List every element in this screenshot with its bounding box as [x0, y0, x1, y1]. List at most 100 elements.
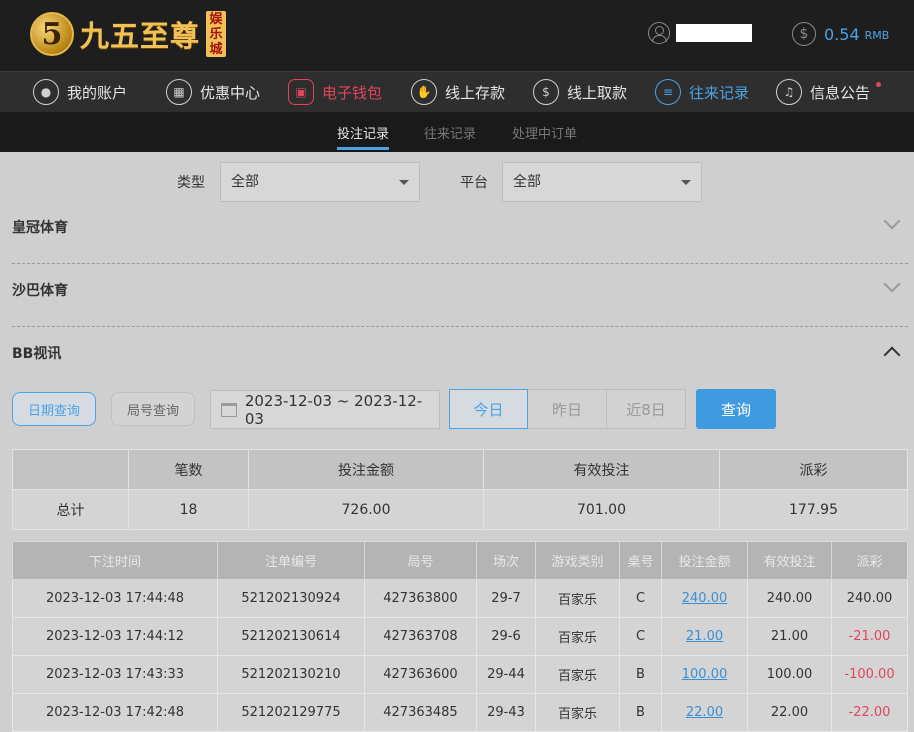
nav-e-wallet[interactable]: ▣ 电子钱包: [288, 77, 382, 107]
valid-bet: 22.00: [747, 693, 832, 732]
section-title: 沙巴体育: [12, 283, 68, 299]
notification-dot: [876, 81, 882, 87]
column-header: 注单编号: [217, 541, 365, 580]
nav-label: 信息公告: [810, 83, 871, 102]
gift-icon: ▦: [166, 79, 192, 105]
table-row: 2023-12-03 17:42:48 521202129775 4273634…: [12, 693, 908, 732]
nav-promotions[interactable]: ▦ 优惠中心: [166, 77, 260, 107]
table-row: 2023-12-03 17:44:48 521202130924 4273638…: [12, 579, 908, 618]
column-header: 有效投注: [747, 541, 832, 580]
bet-amount-link[interactable]: 240.00: [661, 579, 748, 618]
summary-cell: 总计: [12, 489, 129, 530]
summary-cell: 177.95: [719, 489, 908, 530]
table-row: 2023-12-03 17:44:12 521202130614 4273637…: [12, 617, 908, 656]
column-header: 下注时间: [12, 541, 218, 580]
valid-bet: 240.00: [747, 579, 832, 618]
summary-header: 投注金额: [248, 449, 484, 490]
summary-header-row: 笔数 投注金额 有效投注 派彩: [12, 449, 908, 490]
user-icon: ●: [33, 79, 59, 105]
preset-today[interactable]: 今日: [449, 389, 528, 429]
nav-my-account[interactable]: ● 我的账户: [33, 77, 127, 107]
bet-amount-link[interactable]: 22.00: [661, 693, 748, 732]
nav-announcements[interactable]: ♫ 信息公告: [776, 77, 882, 107]
date-query-button[interactable]: 日期查询: [12, 392, 96, 426]
section-saba-sports[interactable]: 沙巴体育: [12, 264, 908, 327]
table-number: C: [619, 617, 662, 656]
type-label: 类型: [177, 175, 205, 191]
nav-label: 线上存款: [445, 83, 506, 102]
nav-online-deposit[interactable]: ✋ 线上存款: [411, 77, 505, 107]
brand-logo[interactable]: 5 九五至尊 娱乐城: [30, 6, 227, 62]
session: 29-6: [476, 617, 536, 656]
round-id: 427363708: [364, 617, 477, 656]
type-select-value: 全部: [231, 174, 259, 190]
nav-label: 我的账户: [67, 83, 128, 102]
bet-amount-link[interactable]: 100.00: [661, 655, 748, 694]
payout: 240.00: [831, 579, 908, 618]
column-header: 桌号: [619, 541, 662, 580]
chevron-up-icon[interactable]: [883, 346, 901, 364]
nav-label: 电子钱包: [322, 83, 383, 102]
date-range-value: 2023-12-03 ~ 2023-12-03: [244, 391, 423, 428]
preset-yesterday[interactable]: 昨日: [528, 389, 607, 429]
withdraw-icon: $: [533, 79, 559, 105]
bet-amount-link[interactable]: 21.00: [661, 617, 748, 656]
date-range-input[interactable]: 2023-12-03 ~ 2023-12-03: [210, 390, 440, 429]
type-select[interactable]: 全部: [220, 162, 420, 202]
game-type: 百家乐: [535, 579, 620, 618]
session: 29-44: [476, 655, 536, 694]
user-info[interactable]: [648, 22, 752, 44]
bet-time: 2023-12-03 17:43:33: [12, 655, 218, 694]
tab-bet-records[interactable]: 投注记录: [337, 123, 390, 150]
summary-table: 笔数 投注金额 有效投注 派彩 总计 18 726.00 701.00 177.…: [12, 449, 908, 530]
session: 29-43: [476, 693, 536, 732]
column-header: 局号: [364, 541, 477, 580]
brand-badge: 娱乐城: [206, 11, 227, 57]
summary-header: 笔数: [128, 449, 249, 490]
nav-transaction-records[interactable]: ≡ 往来记录: [655, 77, 749, 107]
payout: -100.00: [831, 655, 908, 694]
balance-value: 0.54: [824, 24, 860, 44]
chevron-down-icon: [399, 180, 409, 185]
tab-transaction-records[interactable]: 往来记录: [424, 123, 476, 142]
valid-bet: 100.00: [747, 655, 832, 694]
section-crown-sports[interactable]: 皇冠体育: [12, 201, 908, 264]
bet-id: 521202130614: [217, 617, 365, 656]
nav-online-withdraw[interactable]: $ 线上取款: [533, 77, 627, 107]
summary-header: 有效投注: [483, 449, 720, 490]
table-number: B: [619, 693, 662, 732]
round-id: 427363485: [364, 693, 477, 732]
bet-time: 2023-12-03 17:44:12: [12, 617, 218, 656]
round-id: 427363800: [364, 579, 477, 618]
game-type: 百家乐: [535, 617, 620, 656]
balance-currency: RMB: [864, 29, 890, 42]
search-button[interactable]: 查询: [696, 389, 776, 429]
preset-last-8-days[interactable]: 近8日: [607, 389, 686, 429]
records-icon: ≡: [655, 79, 681, 105]
chevron-down-icon: [681, 180, 691, 185]
platform-select[interactable]: 全部: [502, 162, 702, 202]
date-preset-group: 今日 昨日 近8日: [449, 389, 686, 429]
game-type: 百家乐: [535, 655, 620, 694]
tab-pending-orders[interactable]: 处理中订单: [512, 123, 577, 142]
bet-id: 521202129775: [217, 693, 365, 732]
payout: -22.00: [831, 693, 908, 732]
sub-tabs: 投注记录 往来记录 处理中订单: [0, 112, 914, 152]
summary-cell: 726.00: [248, 489, 484, 530]
column-header: 派彩: [831, 541, 908, 580]
column-header: 场次: [476, 541, 536, 580]
bet-id: 521202130210: [217, 655, 365, 694]
calendar-icon: [221, 402, 237, 417]
bet-time: 2023-12-03 17:42:48: [12, 693, 218, 732]
chevron-down-icon[interactable]: [883, 275, 901, 293]
section-bb-live[interactable]: BB视讯: [12, 327, 908, 390]
summary-cell: 18: [128, 489, 249, 530]
column-header: 游戏类别: [535, 541, 620, 580]
payout: -21.00: [831, 617, 908, 656]
section-title: BB视讯: [12, 346, 62, 362]
round-query-button[interactable]: 局号查询: [111, 392, 195, 426]
table-number: B: [619, 655, 662, 694]
section-title: 皇冠体育: [12, 220, 68, 236]
chevron-down-icon[interactable]: [883, 212, 901, 230]
table-row: 2023-12-03 17:43:33 521202130210 4273636…: [12, 655, 908, 694]
